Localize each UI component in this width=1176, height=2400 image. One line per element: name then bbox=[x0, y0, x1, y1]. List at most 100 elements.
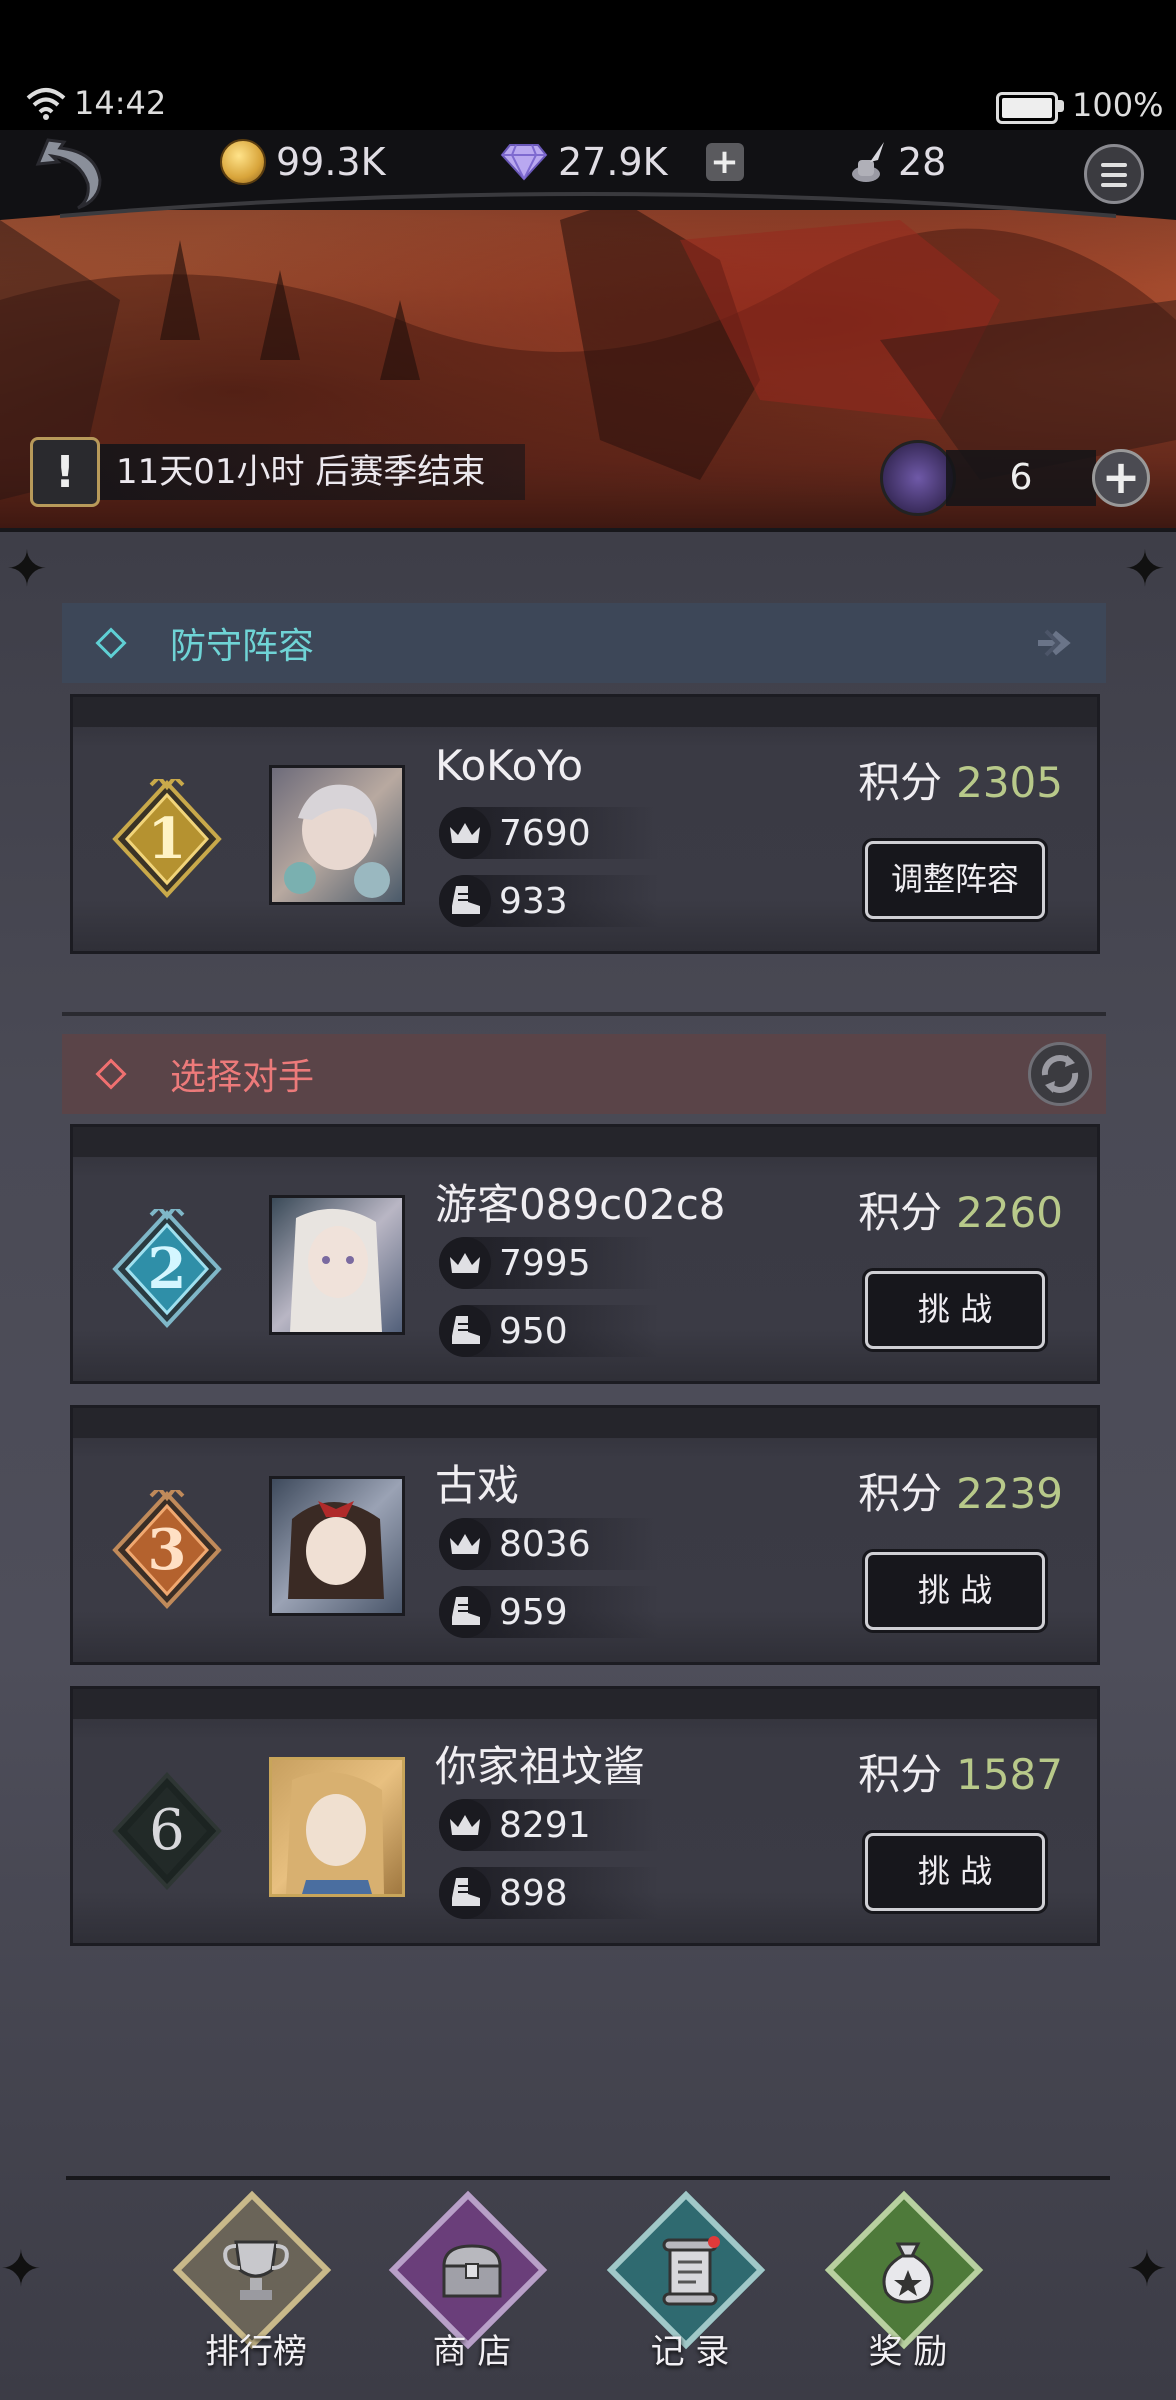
power-value: 8291 bbox=[499, 1804, 591, 1846]
ink-amount: 28 bbox=[898, 140, 947, 184]
nav-leaderboard[interactable]: 排行榜 bbox=[172, 2190, 336, 2372]
ink-counter: 28 bbox=[848, 134, 946, 190]
score-label: 积分 bbox=[858, 1469, 943, 1518]
player-avatar[interactable] bbox=[269, 765, 405, 905]
arrow-right-icon[interactable] bbox=[1032, 621, 1076, 665]
add-tickets-button[interactable]: + bbox=[1092, 449, 1150, 507]
power-value: 7995 bbox=[499, 1242, 591, 1284]
status-time: 14:42 bbox=[74, 84, 167, 122]
diamond-gem-icon bbox=[500, 144, 548, 181]
defense-section-title: 防守阵容 bbox=[170, 626, 315, 667]
nav-leaderboard-label: 排行榜 bbox=[205, 2332, 307, 2372]
battery-percent: 100% bbox=[1072, 86, 1164, 124]
scroll-icon bbox=[662, 2236, 720, 2306]
nav-shop-label: 商 店 bbox=[432, 2332, 512, 2372]
rank-cyan-badge-icon: 2 bbox=[107, 1204, 227, 1329]
power-stat: 8036 bbox=[439, 1518, 659, 1570]
diamond-bullet-icon bbox=[95, 1058, 127, 1090]
refresh-opponents-button[interactable] bbox=[1028, 1042, 1092, 1106]
rank-bronze-badge-icon: 3 bbox=[107, 1485, 227, 1610]
speed-value: 898 bbox=[499, 1872, 568, 1914]
score: 积分 2239 bbox=[858, 1460, 1063, 1521]
score-value: 1587 bbox=[956, 1750, 1063, 1799]
boot-icon bbox=[439, 875, 491, 927]
back-arrow-icon[interactable] bbox=[30, 134, 110, 214]
nav-records[interactable]: 记 录 bbox=[606, 2190, 770, 2372]
rank-plain-badge-icon: 6 bbox=[107, 1771, 227, 1891]
speed-stat: 898 bbox=[439, 1867, 659, 1919]
season-countdown: ! 11天01小时 后赛季结束 bbox=[30, 437, 526, 507]
defense-section-header: 防守阵容 bbox=[62, 603, 1106, 683]
corner-ornament-icon: ✦ bbox=[1124, 540, 1166, 598]
exclamation-icon: ! bbox=[30, 437, 100, 507]
trophy-icon bbox=[223, 2240, 289, 2300]
section-divider bbox=[62, 1012, 1106, 1016]
crown-icon bbox=[439, 807, 491, 859]
rank-number: 1 bbox=[147, 806, 187, 872]
challenge-button[interactable]: 挑 战 bbox=[865, 1833, 1045, 1911]
corner-ornament-icon: ✦ bbox=[6, 540, 48, 598]
score: 积分 1587 bbox=[858, 1741, 1063, 1802]
gem-counter: 27.9K + bbox=[500, 134, 744, 190]
defense-lineup-card: 1 KoKoYo 7690 933 积分 2305 调整阵容 bbox=[70, 694, 1100, 954]
season-countdown-text: 11天01小时 后赛季结束 bbox=[100, 444, 526, 500]
treasure-chest-icon bbox=[442, 2244, 502, 2298]
reward-bag-icon bbox=[882, 2242, 934, 2304]
opponent-avatar[interactable] bbox=[269, 1476, 405, 1616]
gold-coin-icon bbox=[220, 139, 266, 185]
nav-rewards[interactable]: 奖 励 bbox=[824, 2190, 988, 2372]
opponent-avatar[interactable] bbox=[269, 1757, 405, 1897]
bottom-nav-divider bbox=[66, 2176, 1110, 2180]
speed-stat: 950 bbox=[439, 1305, 659, 1357]
score-label: 积分 bbox=[858, 1750, 943, 1799]
crown-icon bbox=[439, 1518, 491, 1570]
refresh-icon bbox=[1041, 1055, 1079, 1093]
score-label: 积分 bbox=[858, 1188, 943, 1237]
crown-icon bbox=[439, 1237, 491, 1289]
opponent-name: 你家祖坟酱 bbox=[435, 1742, 646, 1791]
score: 积分 2305 bbox=[858, 749, 1063, 810]
power-stat: 7995 bbox=[439, 1237, 659, 1289]
score-value: 2260 bbox=[956, 1188, 1063, 1237]
menu-button[interactable] bbox=[1084, 144, 1144, 204]
challenge-button[interactable]: 挑 战 bbox=[865, 1271, 1045, 1349]
speed-value: 959 bbox=[499, 1591, 568, 1633]
nav-records-label: 记 录 bbox=[650, 2332, 730, 2372]
speed-value: 933 bbox=[499, 880, 568, 922]
diamond-bullet-icon bbox=[95, 627, 127, 659]
speed-stat: 933 bbox=[439, 875, 659, 927]
score-value: 2239 bbox=[956, 1469, 1063, 1518]
challenge-button[interactable]: 挑 战 bbox=[865, 1552, 1045, 1630]
nav-shop[interactable]: 商 店 bbox=[388, 2190, 552, 2372]
player-name: KoKoYo bbox=[435, 741, 584, 790]
nav-rewards-label: 奖 励 bbox=[868, 2332, 948, 2372]
opponent-card: 3 古戏 8036 959 积分 2239 挑 战 bbox=[70, 1405, 1100, 1665]
crown-icon bbox=[439, 1799, 491, 1851]
ticket-scroll-icon bbox=[880, 440, 956, 516]
rank-number: 3 bbox=[147, 1517, 187, 1583]
gold-counter: 99.3K bbox=[220, 134, 386, 190]
gem-amount: 27.9K bbox=[558, 140, 668, 184]
power-value: 8036 bbox=[499, 1523, 591, 1565]
challenge-ticket-counter: 6 + bbox=[880, 440, 1150, 516]
opponent-card: 2 游客089c02c8 7995 950 积分 2260 挑 战 bbox=[70, 1124, 1100, 1384]
ticket-count: 6 bbox=[946, 450, 1096, 506]
boot-icon bbox=[439, 1867, 491, 1919]
boot-icon bbox=[439, 1586, 491, 1638]
power-value: 7690 bbox=[499, 812, 591, 854]
opponent-section-title: 选择对手 bbox=[170, 1057, 315, 1098]
adjust-lineup-button[interactable]: 调整阵容 bbox=[865, 841, 1045, 919]
opponent-name: 游客089c02c8 bbox=[435, 1180, 726, 1229]
add-gems-button[interactable]: + bbox=[705, 143, 744, 181]
opponent-card: 6 你家祖坟酱 8291 898 积分 1587 挑 战 bbox=[70, 1686, 1100, 1946]
opponent-section-header: 选择对手 bbox=[62, 1034, 1106, 1114]
opponent-avatar[interactable] bbox=[269, 1195, 405, 1335]
status-bar: 14:42 100% bbox=[0, 0, 1176, 130]
rank-number: 2 bbox=[147, 1236, 187, 1302]
power-stat: 7690 bbox=[439, 807, 659, 859]
score-label: 积分 bbox=[858, 758, 943, 807]
rank-number: 6 bbox=[149, 1798, 185, 1863]
wifi-icon bbox=[26, 88, 66, 120]
score: 积分 2260 bbox=[858, 1179, 1063, 1240]
battery-icon bbox=[996, 92, 1058, 124]
